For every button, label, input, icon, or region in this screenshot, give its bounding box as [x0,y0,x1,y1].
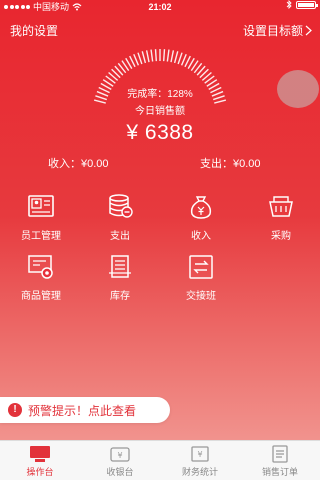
tab-cashier[interactable]: ¥ 收银台 [80,441,160,480]
floating-assistive-button[interactable] [277,70,319,108]
gauge-tick [154,49,158,62]
warning-alert-button[interactable]: ! 预警提示！点此查看 [0,397,170,423]
shift-exchange-icon [189,255,213,279]
today-sales-label: 今日销售额 [135,106,185,117]
gauge-tick [173,51,179,64]
tab-label: 销售订单 [261,467,298,477]
gauge-tick [170,50,175,63]
coins-icon [109,194,133,218]
gauge-tick [137,52,143,65]
grid-label: 交接班 [186,291,216,302]
grid-item-purchase[interactable]: 采购 [251,193,311,242]
gauge-tick [162,49,166,62]
gauge-tick [141,51,147,64]
console-icon [30,446,50,462]
set-target-button[interactable]: 设置目标额 [243,22,312,39]
exclamation-icon: ! [8,403,22,417]
stock-icon [109,255,131,278]
id-card-icon [28,195,54,217]
basket-icon [269,196,293,217]
tab-finance[interactable]: ¥ 财务统计 [160,441,240,480]
battery-icon [296,0,318,9]
chevron-right-icon [305,25,312,36]
gauge-tick [166,49,170,62]
gauge-tick [177,52,183,65]
status-time: 21:02 [148,2,172,12]
grid-item-products[interactable]: 商品管理 [11,253,71,302]
tab-console[interactable]: 操作台 [0,441,80,480]
tab-orders[interactable]: 销售订单 [240,441,320,480]
expense-value: 支出：¥0.00 [200,158,261,170]
grid-label: 员工管理 [21,231,61,242]
cash-register-icon: ¥ [110,447,130,462]
status-right [286,0,318,9]
grid-label: 采购 [271,231,291,242]
tab-label: 收银台 [106,467,134,477]
gauge-tick [133,53,140,66]
grid-item-shift[interactable]: 交接班 [171,253,231,302]
gauge-tick [150,49,154,62]
money-bag-icon [190,196,212,219]
grid-label: 支出 [110,231,130,242]
set-target-label: 设置目标额 [242,24,303,38]
product-gear-icon [28,255,53,279]
bottom-tab-bar: 操作台 ¥ 收银台 ¥ 财务统计 销售订单 [0,440,320,480]
grid-label: 库存 [110,291,130,302]
gauge-tick [180,53,187,66]
finance-icon: ¥ [191,446,209,462]
grid-label: 商品管理 [21,291,61,302]
svg-text:¥: ¥ [117,451,122,460]
my-settings-button[interactable]: 我的设置 [10,22,58,39]
tab-label: 财务统计 [181,467,218,477]
today-sales-amount: ¥ 6388 [126,121,194,144]
income-value: 收入：¥0.00 [48,158,109,170]
warning-alert-text: 预警提示！点此查看 [28,403,137,418]
grid-label: 收入 [191,231,211,242]
grid-item-income[interactable]: 收入 [171,193,231,242]
order-icon [272,445,288,463]
svg-text:¥: ¥ [197,450,202,459]
bluetooth-icon [286,0,292,9]
gauge-tick [145,50,150,63]
grid-item-expense[interactable]: 支出 [90,193,150,242]
header: 我的设置 设置目标额 [0,22,320,40]
tab-label: 操作台 [26,467,54,477]
status-bar: 中国移动 21:02 [0,0,320,14]
completion-rate: 完成率：128% [127,89,193,100]
grid-item-staff[interactable]: 员工管理 [11,193,71,242]
grid-item-stock[interactable]: 库存 [90,253,150,302]
app-screen: 中国移动 21:02 我的设置 设置目标额 完成率：128% 今日销售额 ¥ 6… [0,0,320,480]
